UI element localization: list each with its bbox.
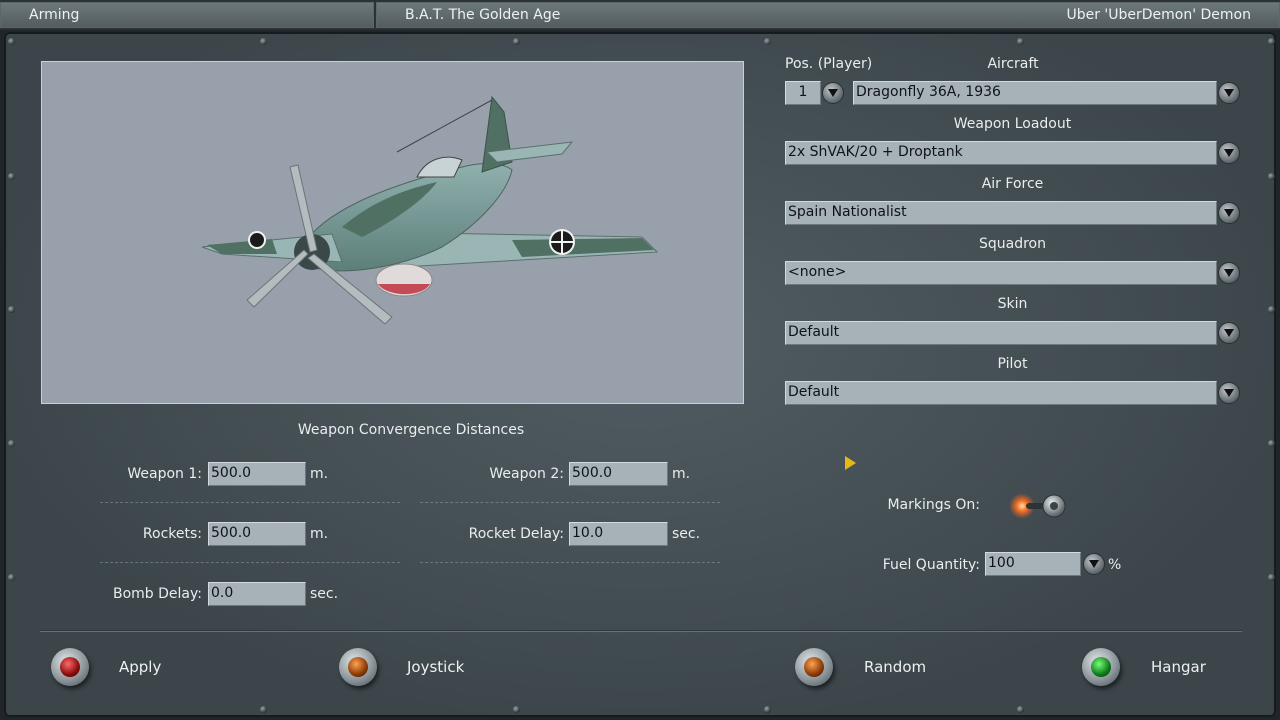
- markings-toggle[interactable]: [1008, 492, 1070, 520]
- rockets-input[interactable]: 500.0: [208, 522, 306, 546]
- joystick-button[interactable]: [339, 648, 377, 686]
- hangar-label[interactable]: Hangar: [1151, 658, 1206, 676]
- joystick-label[interactable]: Joystick: [407, 658, 464, 676]
- weapon1-unit: m.: [310, 466, 329, 482]
- fuel-dropdown-button[interactable]: [1083, 553, 1105, 575]
- rockets-label: Rockets:: [142, 526, 202, 542]
- rivet-icon: [513, 38, 520, 45]
- pilot-select[interactable]: Default: [785, 381, 1217, 405]
- weapon1-input[interactable]: 500.0: [208, 462, 306, 486]
- rivet-icon: [1268, 38, 1275, 45]
- rivet-icon: [513, 706, 520, 713]
- pos-dropdown-button[interactable]: [822, 82, 844, 104]
- air-force-label: Air Force: [981, 176, 1044, 192]
- rivet-icon: [1268, 306, 1275, 313]
- rocket-delay-unit: sec.: [672, 526, 701, 542]
- rivet-icon: [260, 38, 267, 45]
- rivet-icon: [1017, 38, 1024, 45]
- divider: [420, 562, 720, 563]
- rivet-icon: [8, 173, 15, 180]
- divider: [100, 562, 400, 563]
- apply-button[interactable]: [51, 648, 89, 686]
- aircraft-icon: [201, 95, 659, 325]
- squadron-dropdown-button[interactable]: [1218, 262, 1240, 284]
- weapon-loadout-label: Weapon Loadout: [953, 116, 1072, 132]
- pointer-cursor-icon: [845, 456, 856, 470]
- convergence-title: Weapon Convergence Distances: [297, 422, 525, 438]
- toggle-switch-icon: [1009, 493, 1066, 519]
- lamp-icon: [804, 657, 824, 677]
- weapon-loadout-select[interactable]: 2x ShVAK/20 + Droptank: [785, 141, 1217, 165]
- divider: [420, 502, 720, 503]
- lamp-icon: [348, 657, 368, 677]
- rivet-icon: [8, 574, 15, 581]
- weapon2-unit: m.: [672, 466, 691, 482]
- divider: [100, 502, 400, 503]
- squadron-label: Squadron: [979, 236, 1046, 252]
- title-bar: Arming B.A.T. The Golden Age Uber 'UberD…: [0, 0, 1280, 30]
- rivet-icon: [1268, 574, 1275, 581]
- squadron-select[interactable]: <none>: [785, 261, 1217, 285]
- weapon2-label: Weapon 2:: [489, 466, 564, 482]
- lamp-icon: [60, 657, 80, 677]
- lamp-icon: [1091, 657, 1111, 677]
- weapon2-input[interactable]: 500.0: [569, 462, 668, 486]
- rivet-icon: [1268, 173, 1275, 180]
- random-button[interactable]: [795, 648, 833, 686]
- campaign-name: B.A.T. The Golden Age: [405, 7, 561, 23]
- rockets-unit: m.: [310, 526, 329, 542]
- air-force-select[interactable]: Spain Nationalist: [785, 201, 1217, 225]
- weapon-loadout-dropdown-button[interactable]: [1218, 142, 1240, 164]
- fuel-label: Fuel Quantity:: [882, 557, 980, 573]
- pilot-label: Pilot: [997, 356, 1028, 372]
- fuel-quantity-select[interactable]: 100: [985, 552, 1081, 576]
- rocket-delay-label: Rocket Delay:: [468, 526, 564, 542]
- weapon1-label: Weapon 1:: [127, 466, 202, 482]
- campaign-title: B.A.T. The Golden Age Uber 'UberDemon' D…: [376, 2, 1280, 28]
- skin-label: Skin: [997, 296, 1028, 312]
- screen-title: Arming: [0, 2, 374, 28]
- aircraft-dropdown-button[interactable]: [1218, 82, 1240, 104]
- skin-select[interactable]: Default: [785, 321, 1217, 345]
- aircraft-label: Aircraft: [987, 56, 1039, 72]
- apply-label[interactable]: Apply: [119, 658, 161, 676]
- rocket-delay-input[interactable]: 10.0: [569, 522, 668, 546]
- bomb-delay-label: Bomb Delay:: [113, 586, 202, 602]
- bomb-delay-unit: sec.: [310, 586, 339, 602]
- rivet-icon: [1017, 706, 1024, 713]
- pos-field[interactable]: 1: [785, 81, 821, 105]
- bomb-delay-input[interactable]: 0.0: [208, 582, 306, 606]
- rivet-icon: [1268, 440, 1275, 447]
- markings-label: Markings On:: [887, 497, 980, 513]
- footer-divider: [40, 630, 1242, 632]
- player-name: Uber 'UberDemon' Demon: [1066, 7, 1251, 23]
- random-label[interactable]: Random: [864, 658, 926, 676]
- aircraft-select[interactable]: Dragonfly 36A, 1936: [853, 81, 1217, 105]
- pilot-dropdown-button[interactable]: [1218, 382, 1240, 404]
- air-force-dropdown-button[interactable]: [1218, 202, 1240, 224]
- rivet-icon: [8, 306, 15, 313]
- aircraft-preview[interactable]: [41, 61, 744, 404]
- rivet-icon: [260, 706, 267, 713]
- fuel-unit: %: [1108, 557, 1122, 573]
- rivet-icon: [8, 38, 15, 45]
- rivet-icon: [764, 38, 771, 45]
- skin-dropdown-button[interactable]: [1218, 322, 1240, 344]
- rivet-icon: [764, 706, 771, 713]
- hangar-button[interactable]: [1082, 648, 1120, 686]
- rivet-icon: [8, 440, 15, 447]
